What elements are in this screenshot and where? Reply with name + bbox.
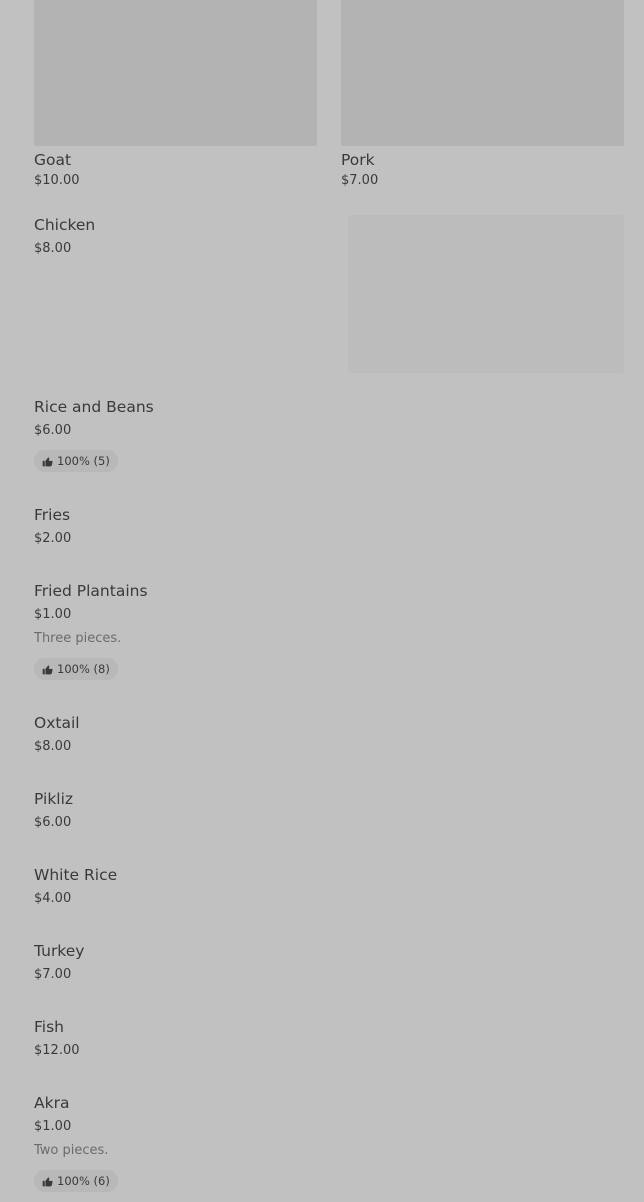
thumbs-up-icon — [42, 1176, 53, 1186]
dish-name: Goat — [34, 151, 72, 169]
dish-name: Pikliz — [34, 790, 74, 808]
dish-description: Two pieces. — [34, 1143, 109, 1158]
dish-name: White Rice — [34, 866, 118, 884]
featured-grid: Goat $10.00 Pork $7.00 — [34, 0, 624, 200]
dish-price: $6.00 — [34, 423, 72, 438]
dish-name: Chicken — [34, 216, 96, 234]
thumbs-up-icon — [42, 664, 53, 674]
dish-description: Three pieces. — [34, 631, 122, 646]
dish-price: $7.00 — [341, 173, 379, 188]
dish-price: $10.00 — [34, 173, 80, 188]
dish-price: $8.00 — [34, 739, 72, 754]
rating-badge: 100% (8) — [34, 658, 118, 680]
dish-price: $12.00 — [34, 1043, 80, 1058]
dish-price: $6.00 — [34, 815, 72, 830]
dish-name: Fish — [34, 1018, 64, 1036]
dish-name: Fried Plantains — [34, 582, 148, 600]
dish-image-placeholder[interactable] — [348, 215, 624, 373]
rating-text: 100% (8) — [57, 662, 110, 676]
rating-text: 100% (5) — [57, 454, 110, 468]
rating-badge: 100% (5) — [34, 450, 118, 472]
dish-image-placeholder — [34, 0, 317, 146]
menu-card-pork[interactable]: Pork $7.00 — [341, 0, 624, 188]
dish-price: $1.00 — [34, 607, 72, 622]
dish-price: $2.00 — [34, 531, 72, 546]
dish-name: Oxtail — [34, 714, 80, 732]
dish-price: $8.00 — [34, 241, 72, 256]
thumbs-up-icon — [42, 456, 53, 466]
rating-badge: 100% (6) — [34, 1170, 118, 1192]
dish-image-placeholder — [341, 0, 624, 146]
dish-price: $7.00 — [34, 967, 72, 982]
menu-card-goat[interactable]: Goat $10.00 — [34, 0, 317, 188]
rating-text: 100% (6) — [57, 1174, 110, 1188]
dish-price: $1.00 — [34, 1119, 72, 1134]
dish-name: Rice and Beans — [34, 398, 154, 416]
dish-price: $4.00 — [34, 891, 72, 906]
dish-name: Fries — [34, 506, 71, 524]
dish-name: Akra — [34, 1094, 70, 1112]
dish-name: Turkey — [34, 942, 85, 960]
dish-name: Pork — [341, 151, 375, 169]
